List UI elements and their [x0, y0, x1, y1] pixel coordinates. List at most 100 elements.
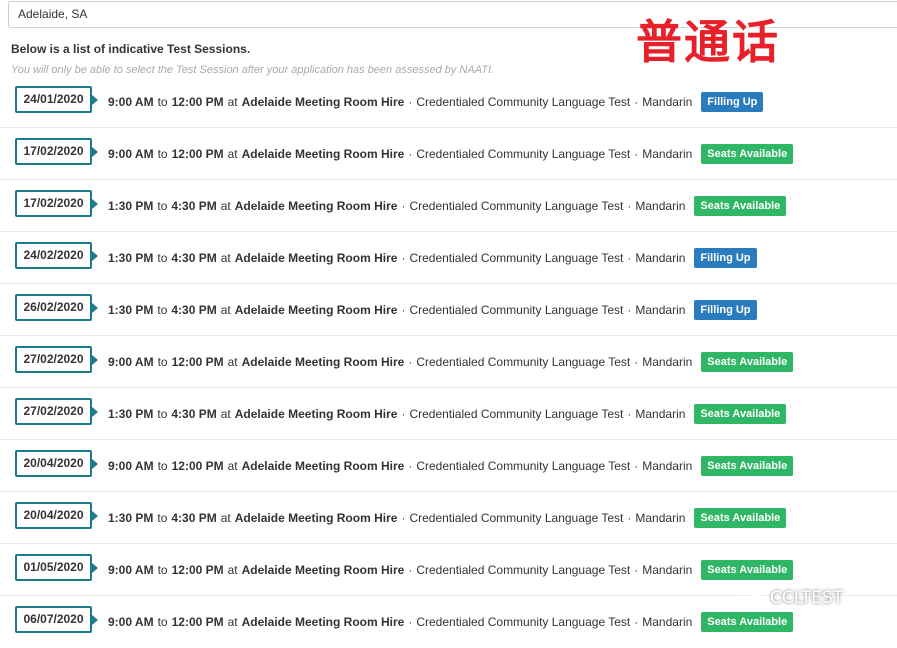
session-language: Mandarin — [635, 199, 686, 213]
watermark-brand-text: CCLTEST — [770, 588, 844, 608]
separator-dot: · — [627, 251, 632, 265]
session-details: 9:00 AM to 12:00 PM at Adelaide Meeting … — [108, 92, 764, 112]
separator-dot: · — [634, 147, 639, 161]
session-start-time: 1:30 PM — [108, 407, 154, 421]
session-language: Mandarin — [642, 147, 693, 161]
separator-dot: · — [408, 459, 413, 473]
session-row[interactable]: 26/02/2020 1:30 PM to 4:30 PM at Adelaid… — [0, 284, 897, 336]
separator-dot: · — [634, 355, 639, 369]
separator-dot: · — [408, 147, 413, 161]
watermark-brand: CCLTEST — [742, 588, 843, 608]
session-start-time: 9:00 AM — [108, 615, 154, 629]
session-date: 20/04/2020 — [15, 502, 98, 529]
session-test-name: Credentialed Community Language Test — [416, 95, 631, 109]
session-test-name: Credentialed Community Language Test — [409, 407, 624, 421]
separator-dot: · — [401, 407, 406, 421]
session-end-time: 4:30 PM — [171, 511, 217, 525]
session-date: 27/02/2020 — [15, 398, 98, 425]
session-details: 1:30 PM to 4:30 PM at Adelaide Meeting R… — [108, 248, 757, 268]
session-venue: Adelaide Meeting Room Hire — [241, 615, 405, 629]
session-date: 06/07/2020 — [15, 606, 98, 633]
status-badge: Seats Available — [701, 352, 794, 372]
session-details: 1:30 PM to 4:30 PM at Adelaide Meeting R… — [108, 404, 787, 424]
session-details: 9:00 AM to 12:00 PM at Adelaide Meeting … — [108, 612, 794, 632]
session-venue: Adelaide Meeting Room Hire — [234, 303, 398, 317]
session-end-time: 4:30 PM — [171, 199, 217, 213]
session-language: Mandarin — [642, 355, 693, 369]
session-venue: Adelaide Meeting Room Hire — [234, 251, 398, 265]
session-venue: Adelaide Meeting Room Hire — [241, 459, 405, 473]
session-language: Mandarin — [642, 95, 693, 109]
time-to-label: to — [157, 511, 168, 525]
session-details: 9:00 AM to 12:00 PM at Adelaide Meeting … — [108, 352, 794, 372]
session-start-time: 1:30 PM — [108, 303, 154, 317]
venue-at-label: at — [227, 459, 238, 473]
session-test-name: Credentialed Community Language Test — [416, 459, 631, 473]
session-row[interactable]: 27/02/2020 9:00 AM to 12:00 PM at Adelai… — [0, 336, 897, 388]
session-language: Mandarin — [635, 407, 686, 421]
session-language: Mandarin — [642, 563, 693, 577]
time-to-label: to — [157, 95, 168, 109]
session-end-time: 12:00 PM — [171, 459, 224, 473]
time-to-label: to — [157, 459, 168, 473]
session-venue: Adelaide Meeting Room Hire — [234, 407, 398, 421]
session-date: 24/02/2020 — [15, 242, 98, 269]
status-badge: Filling Up — [694, 248, 757, 268]
time-to-label: to — [157, 251, 168, 265]
session-language: Mandarin — [642, 459, 693, 473]
session-start-time: 1:30 PM — [108, 251, 154, 265]
session-end-time: 12:00 PM — [171, 615, 224, 629]
session-row[interactable]: 17/02/2020 1:30 PM to 4:30 PM at Adelaid… — [0, 180, 897, 232]
separator-dot: · — [401, 199, 406, 213]
session-language: Mandarin — [635, 251, 686, 265]
session-row[interactable]: 20/04/2020 9:00 AM to 12:00 PM at Adelai… — [0, 440, 897, 492]
wechat-icon — [742, 589, 764, 606]
session-list: 24/01/2020 9:00 AM to 12:00 PM at Adelai… — [0, 76, 897, 648]
time-to-label: to — [157, 355, 168, 369]
separator-dot: · — [634, 563, 639, 577]
session-start-time: 9:00 AM — [108, 147, 154, 161]
session-end-time: 4:30 PM — [171, 251, 217, 265]
session-row[interactable]: 27/02/2020 1:30 PM to 4:30 PM at Adelaid… — [0, 388, 897, 440]
session-row[interactable]: 24/01/2020 9:00 AM to 12:00 PM at Adelai… — [0, 76, 897, 128]
venue-at-label: at — [227, 615, 238, 629]
session-language: Mandarin — [642, 615, 693, 629]
session-details: 1:30 PM to 4:30 PM at Adelaide Meeting R… — [108, 300, 757, 320]
session-date: 26/02/2020 — [15, 294, 98, 321]
venue-at-label: at — [220, 199, 231, 213]
session-language: Mandarin — [635, 511, 686, 525]
session-language: Mandarin — [635, 303, 686, 317]
session-row[interactable]: 24/02/2020 1:30 PM to 4:30 PM at Adelaid… — [0, 232, 897, 284]
session-date: 01/05/2020 — [15, 554, 98, 581]
session-start-time: 9:00 AM — [108, 563, 154, 577]
separator-dot: · — [634, 615, 639, 629]
session-details: 9:00 AM to 12:00 PM at Adelaide Meeting … — [108, 560, 794, 580]
session-end-time: 12:00 PM — [171, 563, 224, 577]
session-venue: Adelaide Meeting Room Hire — [241, 355, 405, 369]
session-details: 1:30 PM to 4:30 PM at Adelaide Meeting R… — [108, 196, 787, 216]
time-to-label: to — [157, 563, 168, 577]
status-badge: Seats Available — [701, 612, 794, 632]
time-to-label: to — [157, 407, 168, 421]
time-to-label: to — [157, 303, 168, 317]
session-end-time: 12:00 PM — [171, 147, 224, 161]
session-start-time: 9:00 AM — [108, 355, 154, 369]
session-test-name: Credentialed Community Language Test — [416, 563, 631, 577]
watermark-title: 普通话 — [636, 15, 780, 69]
separator-dot: · — [627, 407, 632, 421]
session-start-time: 9:00 AM — [108, 95, 154, 109]
venue-at-label: at — [227, 563, 238, 577]
session-start-time: 1:30 PM — [108, 511, 154, 525]
venue-at-label: at — [227, 355, 238, 369]
session-end-time: 4:30 PM — [171, 303, 217, 317]
separator-dot: · — [408, 95, 413, 109]
venue-at-label: at — [220, 407, 231, 421]
separator-dot: · — [401, 303, 406, 317]
session-start-time: 1:30 PM — [108, 199, 154, 213]
separator-dot: · — [408, 615, 413, 629]
separator-dot: · — [627, 199, 632, 213]
session-row[interactable]: 20/04/2020 1:30 PM to 4:30 PM at Adelaid… — [0, 492, 897, 544]
session-end-time: 4:30 PM — [171, 407, 217, 421]
session-details: 9:00 AM to 12:00 PM at Adelaide Meeting … — [108, 144, 794, 164]
session-row[interactable]: 17/02/2020 9:00 AM to 12:00 PM at Adelai… — [0, 128, 897, 180]
